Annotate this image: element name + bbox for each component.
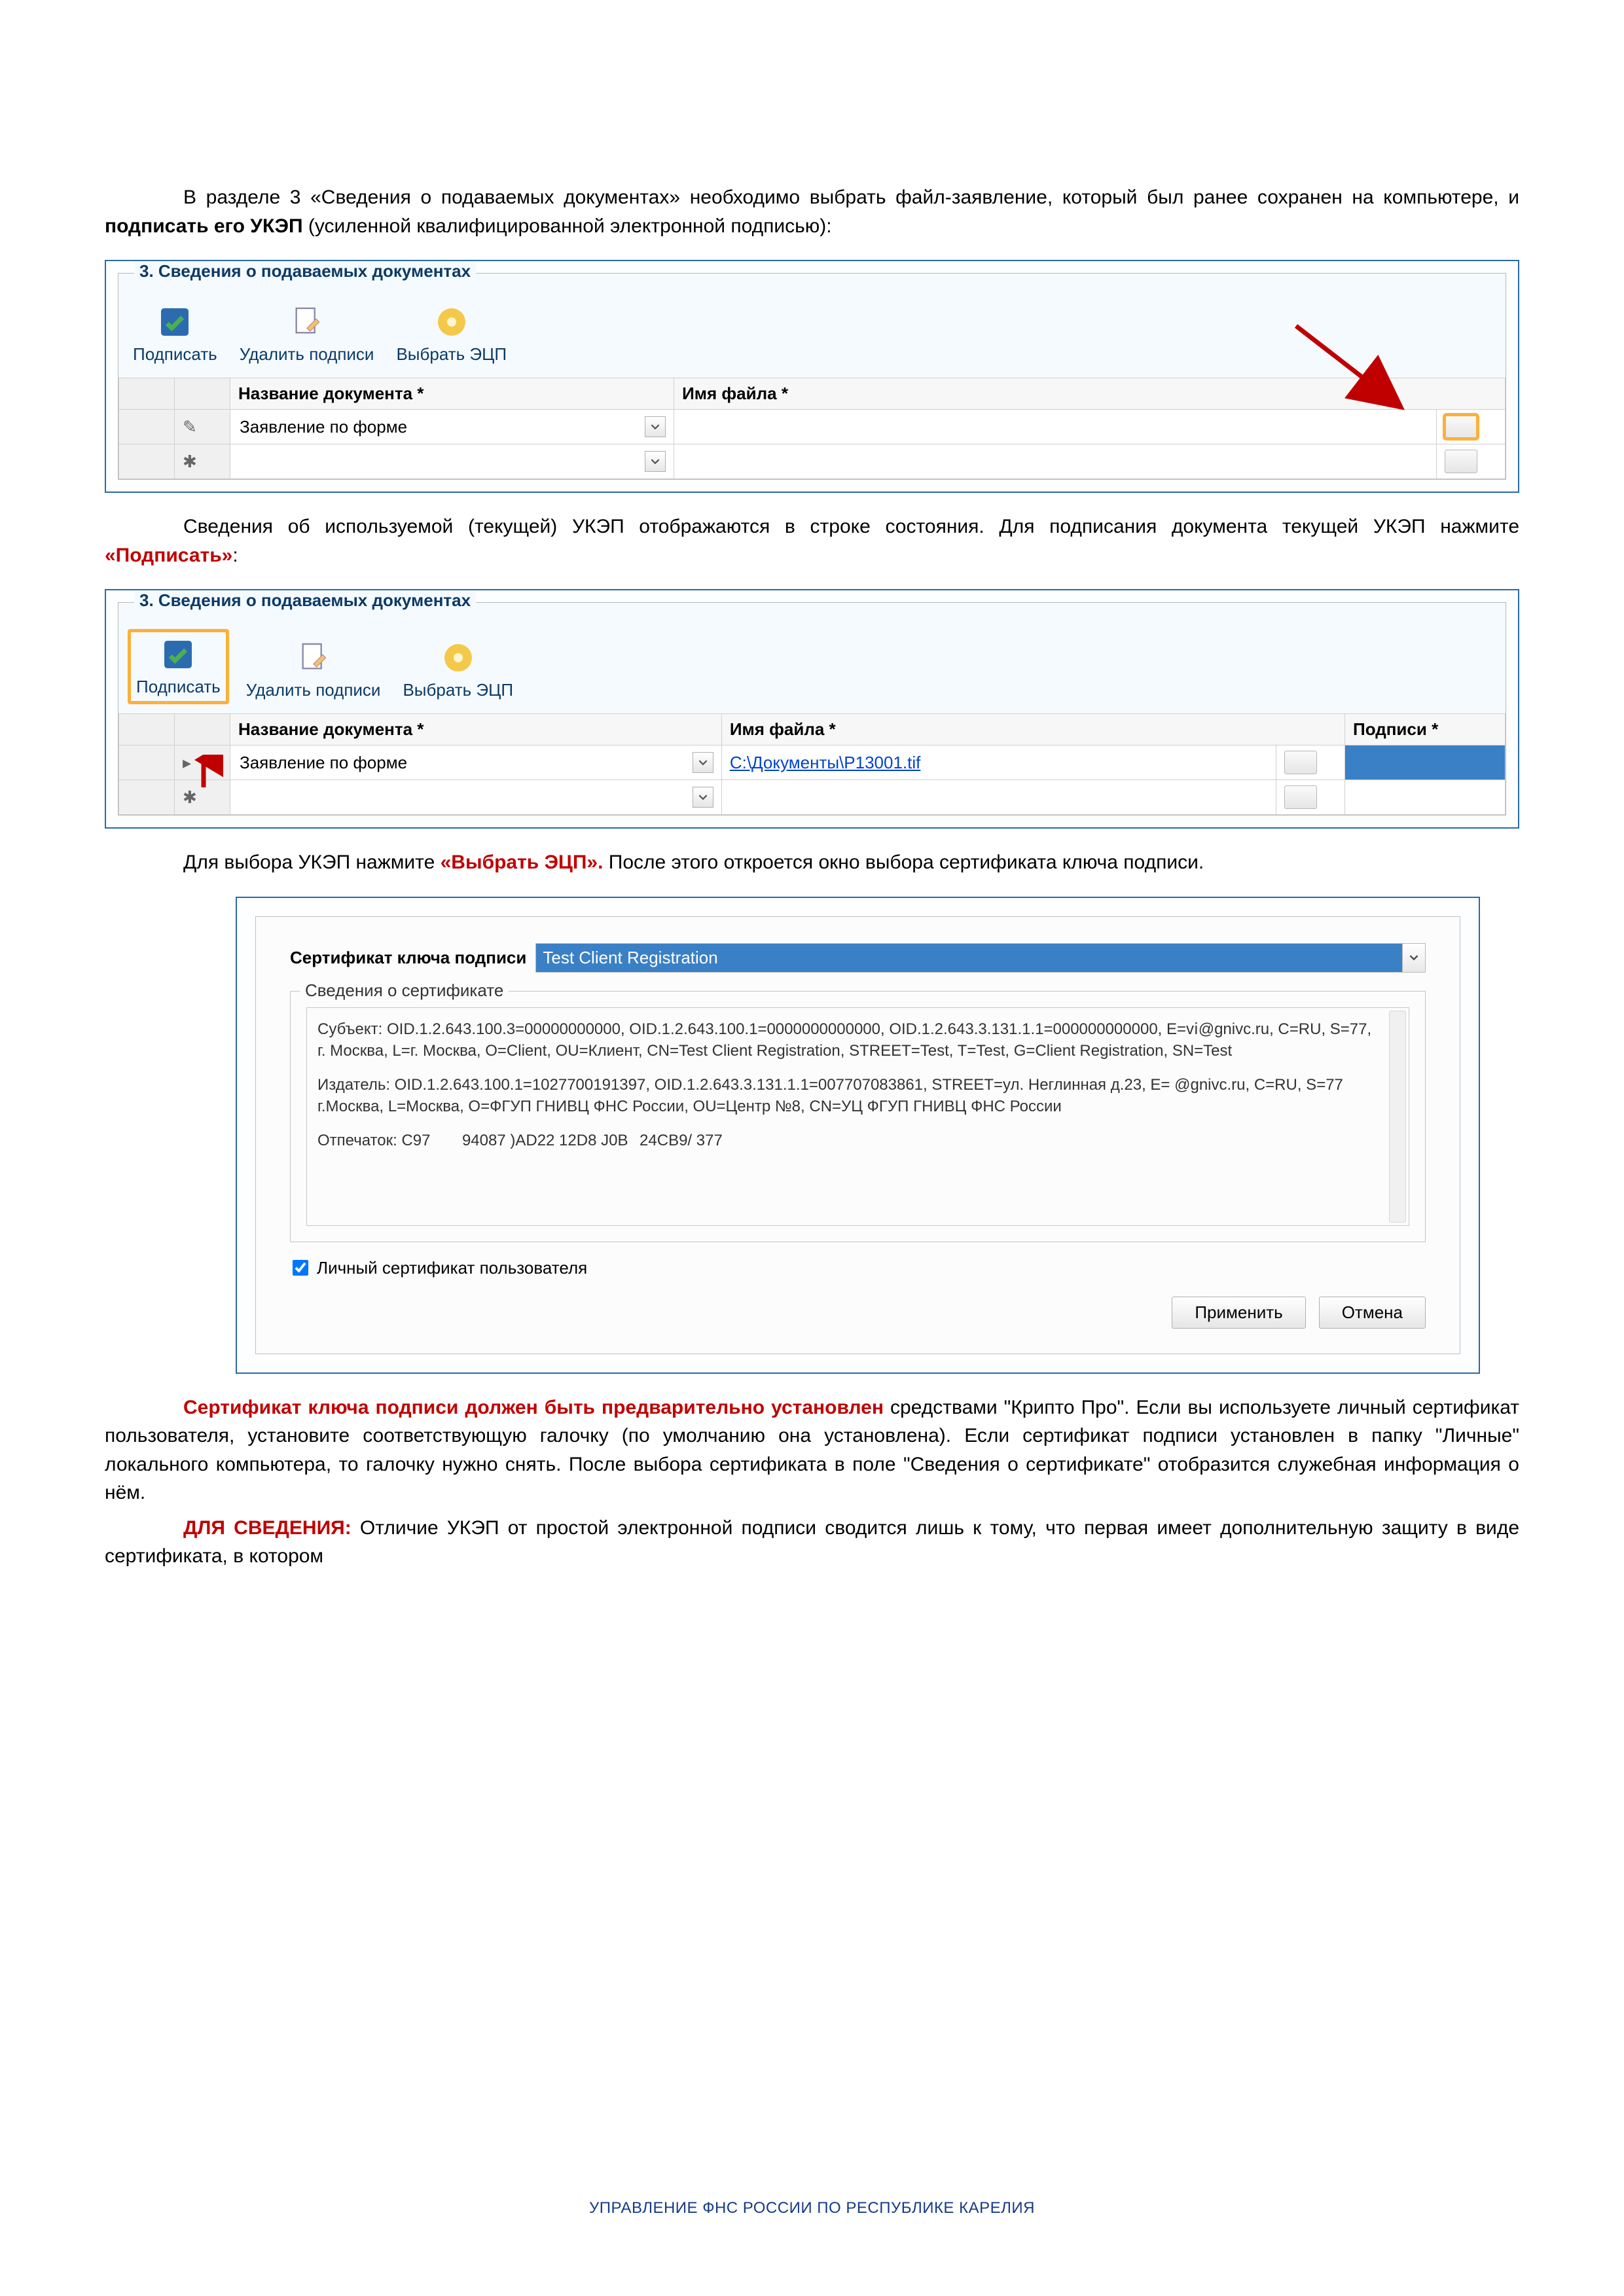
toolbar: Подписать Удалить подписи Выбрать ЭЦП [118, 617, 1506, 713]
choose-ecp-button[interactable]: Выбрать ЭЦП [391, 300, 512, 368]
file-browse-button[interactable] [1445, 415, 1477, 439]
cog-icon [433, 304, 470, 340]
paragraph-4: Сертификат ключа подписи должен быть пре… [105, 1393, 1519, 1507]
cog-icon [440, 639, 477, 676]
doc-name-dropdown[interactable] [238, 752, 713, 774]
doc-name-dropdown[interactable] [238, 416, 666, 438]
cert-select[interactable]: Test Client Registration [535, 943, 1426, 973]
col-file-name: Имя файла * [721, 714, 1344, 745]
page-footer: УПРАВЛЕНИЕ ФНС РОССИИ ПО РЕСПУБЛИКЕ КАРЕ… [0, 2199, 1624, 2217]
cert-selected-value: Test Client Registration [536, 944, 1402, 972]
table-row: ✱ [119, 780, 1506, 815]
file-browse-button[interactable] [1284, 785, 1317, 809]
personal-cert-label: Личный сертификат пользователя [317, 1258, 587, 1278]
file-path-link[interactable]: C:\Документы\P13001.tif [730, 753, 921, 772]
file-browse-button[interactable] [1284, 751, 1317, 774]
cert-details-legend: Сведения о сертификате [300, 980, 509, 1001]
chevron-down-icon[interactable] [645, 451, 666, 472]
file-browse-button[interactable] [1445, 450, 1477, 473]
chevron-down-icon[interactable] [645, 416, 666, 437]
scrollbar[interactable] [1389, 1011, 1406, 1223]
screenshot-1: 3. Сведения о подаваемых документах Подп… [105, 260, 1519, 493]
row-edit-icon[interactable]: ✎ [175, 410, 230, 444]
annotation-arrow-icon [1290, 319, 1420, 424]
col-doc-name: Название документа * [230, 378, 674, 410]
paragraph-5: ДЛЯ СВЕДЕНИЯ: Отличие УКЭП от простой эл… [105, 1514, 1519, 1571]
document-pencil-icon [295, 639, 332, 676]
col-doc-name: Название документа * [230, 714, 722, 745]
remove-sign-button[interactable]: Удалить подписи [234, 300, 380, 368]
doc-name-dropdown[interactable] [238, 451, 666, 473]
sign-icon [160, 636, 196, 673]
paragraph-3: Для выбора УКЭП нажмите «Выбрать ЭЦП». П… [105, 848, 1519, 877]
personal-cert-checkbox[interactable] [293, 1260, 308, 1276]
choose-ecp-button[interactable]: Выбрать ЭЦП [397, 636, 518, 704]
chevron-down-icon[interactable] [1402, 944, 1425, 972]
table-row: ✱ [119, 444, 1506, 479]
chevron-down-icon[interactable] [693, 752, 713, 773]
cert-details-fieldset: Сведения о сертификате Субъект: OID.1.2.… [290, 991, 1426, 1242]
table-row: ▸ C:\Документы\P13001.tif [119, 745, 1506, 780]
doc-name-dropdown[interactable] [238, 787, 713, 808]
new-row-icon[interactable]: ✱ [175, 444, 230, 479]
annotation-arrow-icon [184, 755, 223, 794]
sign-button[interactable]: Подписать [128, 629, 229, 704]
cert-details-text: Субъект: OID.1.2.643.100.3=00000000000, … [306, 1007, 1409, 1226]
sign-icon [156, 304, 193, 340]
cert-label: Сертификат ключа подписи [290, 948, 526, 968]
group-title: 3. Сведения о подаваемых документах [134, 261, 476, 281]
paragraph-2: Сведения об используемой (текущей) УКЭП … [105, 512, 1519, 569]
group-title: 3. Сведения о подаваемых документах [134, 590, 476, 611]
apply-button[interactable]: Применить [1172, 1297, 1305, 1329]
document-pencil-icon [289, 304, 325, 340]
sign-button[interactable]: Подписать [128, 300, 223, 368]
chevron-down-icon[interactable] [693, 787, 713, 808]
screenshot-2: 3. Сведения о подаваемых документах Подп… [105, 589, 1519, 829]
documents-table: Название документа * Имя файла * Подписи… [118, 713, 1506, 815]
paragraph-1: В разделе 3 «Сведения о подаваемых докум… [105, 183, 1519, 240]
col-signatures: Подписи * [1345, 714, 1506, 745]
cancel-button[interactable]: Отмена [1319, 1297, 1426, 1329]
remove-sign-button[interactable]: Удалить подписи [241, 636, 386, 704]
screenshot-cert-dialog: Сертификат ключа подписи Test Client Reg… [236, 897, 1480, 1374]
